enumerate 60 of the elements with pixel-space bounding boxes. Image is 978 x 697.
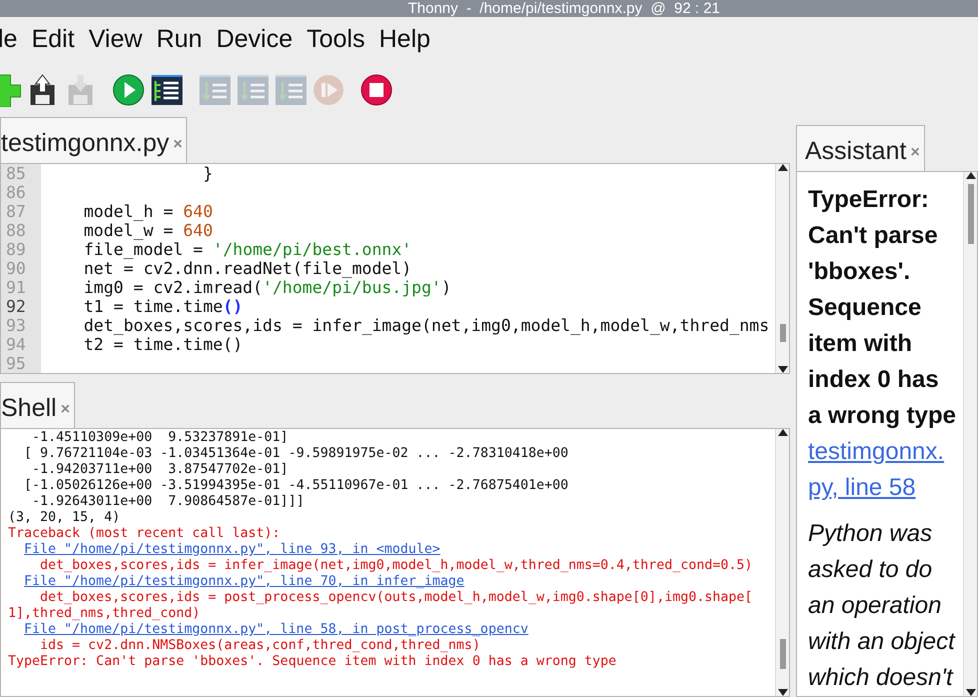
panel-tab[interactable]: Shell × bbox=[0, 382, 75, 428]
line-number: 89 bbox=[6, 240, 27, 259]
error-heading: TypeError: Can't parse 'bboxes'. Sequence item with index 0 has a wrong type bbox=[808, 185, 957, 431]
line-number: 91 bbox=[6, 278, 27, 297]
panel-tab[interactable]: Assistant × bbox=[796, 125, 925, 171]
window-title: Thonny - /home/pi/testimgonnx.py @ 92 : 21 bbox=[408, 0, 720, 17]
tab-label: testimgonnx.py bbox=[1, 128, 170, 159]
menu-item[interactable]: Tools bbox=[306, 21, 365, 59]
code-line: } bbox=[202, 164, 213, 183]
code-line: net = cv2.dnn.readNet(file_model) bbox=[82, 259, 412, 278]
menu-item[interactable]: Edit bbox=[31, 21, 75, 59]
line-number: 93 bbox=[6, 316, 27, 335]
traceback-link[interactable]: File "/home/pi/testimgonnx.py", line 70, in infer_image bbox=[8, 574, 464, 590]
debug-list-icon[interactable] bbox=[150, 73, 184, 107]
line-number: 90 bbox=[6, 259, 27, 278]
menu-item[interactable]: Device bbox=[216, 21, 293, 59]
scrollbar[interactable] bbox=[775, 164, 789, 373]
menu-item[interactable]: Help bbox=[378, 21, 430, 59]
error-line: 1],thred_nms,thred_cond) bbox=[8, 606, 200, 622]
traceback-link[interactable]: File "/home/pi/testimgonnx.py", line 58, in post_process_opencv bbox=[8, 622, 528, 638]
code-line: model_w = 640 bbox=[82, 221, 213, 240]
output-line: -1.92643011e+00 7.90864587e-01]]] bbox=[31, 494, 304, 510]
error-line: ids = cv2.dnn.NMSBoxes(areas,conf,thred_cond,thred_nms) bbox=[39, 638, 480, 654]
line-number: 87 bbox=[6, 202, 27, 221]
line-number: 92 bbox=[6, 297, 27, 316]
play-icon[interactable] bbox=[112, 73, 146, 107]
stop-icon[interactable] bbox=[360, 73, 394, 107]
code-editor[interactable] bbox=[0, 163, 790, 374]
error-line: det_boxes,scores,ids = infer_image(net,img0,model_h,model_w,thred_nms=0.4,thred_cond=0.5) bbox=[39, 558, 753, 574]
output-line: [-1.05026126e+00 -3.51994395e-01 -4.55110967e-01 ... -2.76875401e+00 bbox=[23, 478, 568, 494]
menu-item[interactable]: Run bbox=[156, 21, 202, 59]
code-line: det_boxes,scores,ids = infer_image(net,img0,model_h,model_w,thred_nms bbox=[82, 316, 770, 335]
panel-tab[interactable]: testimgonnx.py × bbox=[0, 117, 188, 163]
code-line: t1 = time.time() bbox=[82, 297, 243, 316]
line-number: 94 bbox=[6, 335, 27, 354]
code-line: model_h = 640 bbox=[82, 202, 213, 221]
line-number: 85 bbox=[6, 164, 27, 183]
line-number: 95 bbox=[6, 354, 27, 373]
line-number: 88 bbox=[6, 221, 27, 240]
error-line: TypeError: Can't parse 'bboxes'. Sequence item with index 0 has a wrong type bbox=[8, 654, 616, 670]
tab-label: Shell bbox=[1, 393, 57, 424]
output-line: (3, 20, 15, 4) bbox=[8, 510, 120, 526]
error-line: det_boxes,scores,ids = post_process_opencv(outs,model_h,model_w,img0.shape[0],img0.shape[ bbox=[39, 590, 753, 606]
code-line: t2 = time.time() bbox=[82, 335, 243, 354]
output-line: -1.45110309e+00 9.53237891e-01] bbox=[31, 430, 288, 446]
menu-item[interactable]: View bbox=[88, 21, 142, 59]
output-line: -1.94203711e+00 3.87547702e-01] bbox=[31, 462, 288, 478]
explanation-text: Python was asked to do an operation with an object which doesn't bbox=[808, 519, 956, 693]
tab-label: Assistant bbox=[805, 136, 906, 167]
output-line: [ 9.76721104e-03 -1.03451364e-01 -9.59891975e-02 ... -2.78310418e+00 bbox=[23, 446, 568, 462]
code-line: file_model = '/home/pi/best.onnx' bbox=[82, 240, 412, 259]
source-link[interactable]: testimgonnx.py, line 58 bbox=[808, 434, 957, 506]
error-line: Traceback (most recent call last): bbox=[8, 526, 280, 542]
scrollbar[interactable] bbox=[963, 172, 977, 696]
traceback-link[interactable]: File "/home/pi/testimgonnx.py", line 93, in <module> bbox=[8, 542, 440, 558]
code-line: img0 = cv2.imread('/home/pi/bus.jpg') bbox=[82, 278, 452, 297]
line-number: 86 bbox=[6, 183, 27, 202]
shell-console[interactable] bbox=[0, 428, 790, 697]
menu-item[interactable]: le bbox=[0, 21, 18, 59]
scrollbar[interactable] bbox=[775, 429, 789, 696]
